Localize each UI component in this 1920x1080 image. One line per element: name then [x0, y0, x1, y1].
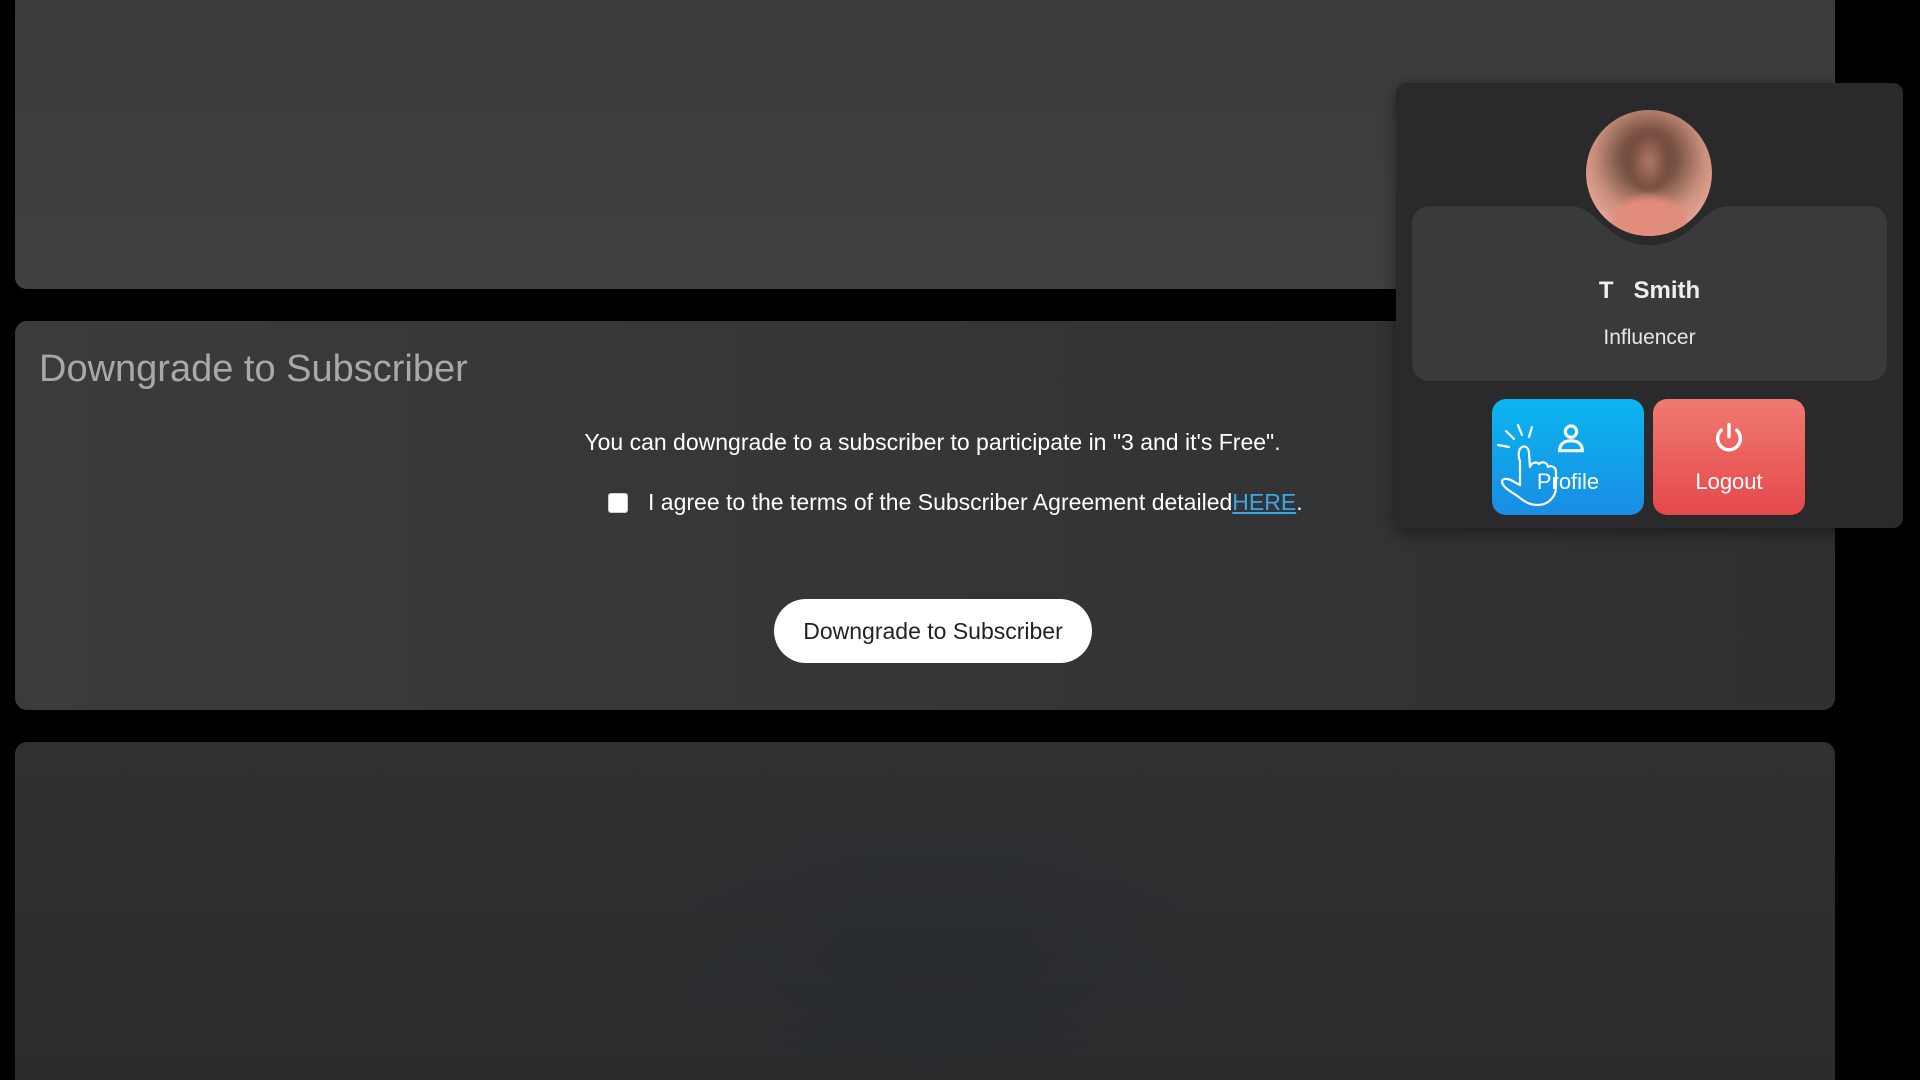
- agreement-row: I agree to the terms of the Subscriber A…: [608, 489, 1303, 516]
- agree-checkbox[interactable]: [608, 492, 628, 513]
- logout-button[interactable]: Logout: [1653, 399, 1805, 515]
- page: Downgrade to Subscriber You can downgrad…: [0, 0, 1920, 1080]
- last-name: Smith: [1633, 277, 1701, 304]
- agree-suffix: .: [1296, 489, 1303, 515]
- profile-popup: T Smith Influencer Profile Logout: [1396, 83, 1903, 528]
- downgrade-button[interactable]: Downgrade to Subscriber: [774, 599, 1092, 663]
- power-icon: [1653, 421, 1805, 455]
- faint-content: [655, 822, 1215, 1080]
- agree-text: I agree to the terms of the Subscriber A…: [648, 489, 1233, 515]
- first-name: T: [1598, 277, 1614, 304]
- profile-button[interactable]: Profile: [1492, 399, 1644, 515]
- hand-click-icon: [1496, 423, 1558, 507]
- user-name: T Smith: [1396, 277, 1903, 305]
- logout-label: Logout: [1695, 469, 1763, 494]
- profile-label: Profile: [1536, 469, 1600, 494]
- user-role: Influencer: [1603, 326, 1696, 349]
- avatar: [1586, 110, 1712, 236]
- agreement-link[interactable]: HERE: [1232, 489, 1296, 516]
- section-title: Downgrade to Subscriber: [39, 348, 468, 390]
- bottom-card: [15, 742, 1835, 1080]
